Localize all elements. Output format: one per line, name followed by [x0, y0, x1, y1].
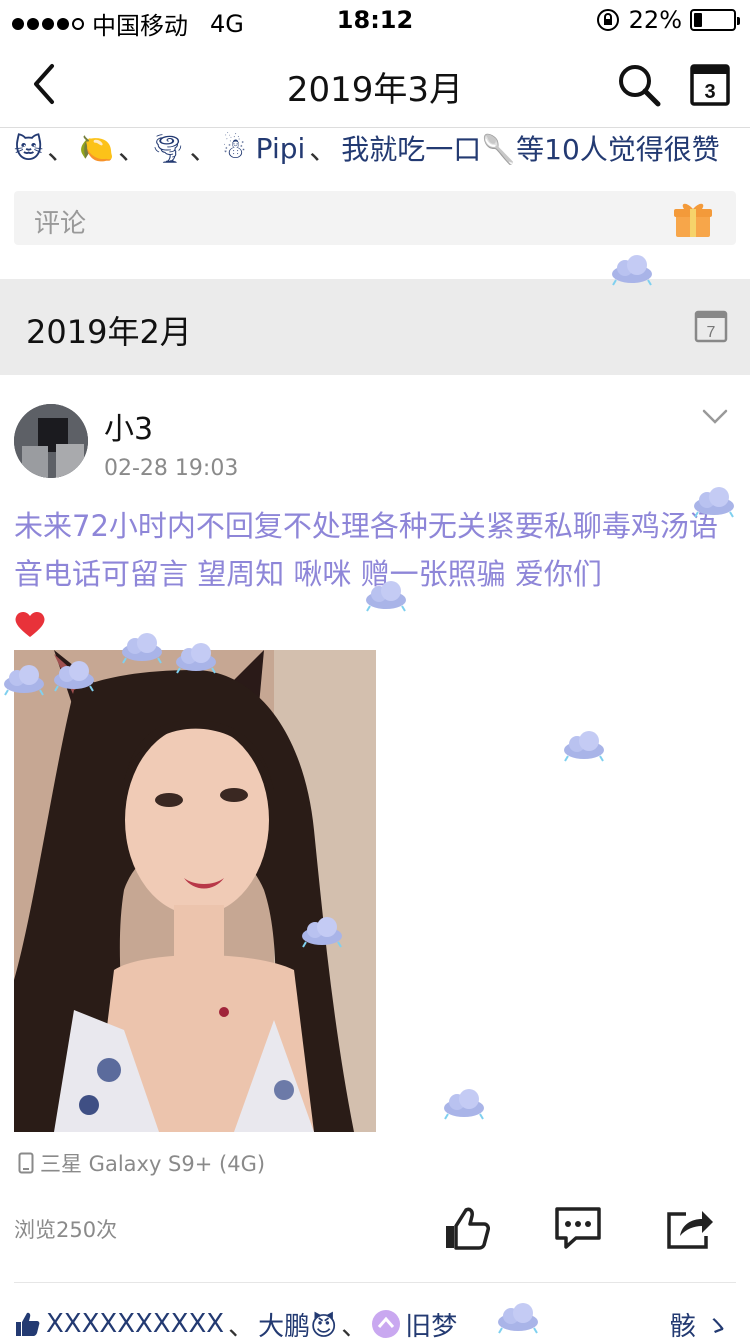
status-right: 22% [595, 6, 740, 34]
cloud-sticker-icon [4, 665, 44, 696]
liker-1[interactable]: XXXXXXXXXX [46, 1309, 224, 1339]
search-icon[interactable] [616, 62, 662, 108]
device-info: 三星 Galaxy S9+ (4G) [18, 1148, 265, 1178]
likes-summary: 等10人觉得很赞 [516, 133, 720, 166]
battery-icon [690, 9, 740, 31]
post-text: 未来72小时内不回复不处理各种无关紧要私聊毒鸡汤语音电话可留言 望周知 啾咪 赠… [14, 502, 738, 646]
section-calendar-day: 7 [707, 324, 716, 341]
avatar-badge-icon [372, 1310, 401, 1338]
cloud-sticker-icon [54, 661, 94, 692]
heart-icon [15, 611, 45, 637]
cloud-sticker-icon [564, 731, 604, 762]
cloud-sticker-icon [612, 255, 652, 286]
cloud-sticker-icon [366, 581, 406, 612]
cloud-sticker-icon [302, 917, 342, 948]
liker-3[interactable]: 旧梦 [405, 1306, 457, 1343]
avatar[interactable] [14, 404, 88, 478]
battery-percent: 22% [628, 6, 682, 34]
liker-4[interactable]: 骸 ゝ [670, 1306, 730, 1343]
liker-3[interactable]: 🌪 [150, 132, 186, 165]
view-count: 浏览250次 [14, 1218, 118, 1242]
calendar-icon[interactable]: 7 [694, 309, 728, 343]
comment-input[interactable]: 评论 [14, 191, 736, 245]
likes-row[interactable]: 🐱、 🍋、 🌪、 ☃ Pipi、 我就吃一口🥄 等10人觉得很赞 [14, 128, 744, 168]
liker-2[interactable]: 大鹏😈 [258, 1306, 337, 1343]
likes-row[interactable]: XXXXXXXXXX、 大鹏😈、 旧梦 骸 ゝ [14, 1304, 744, 1344]
nav-bar: 2019年3月 3 [0, 40, 750, 128]
cloud-sticker-icon [122, 633, 162, 664]
rotation-lock-icon [596, 9, 619, 31]
section-month-label: 2019年2月 [26, 313, 192, 351]
gift-icon[interactable] [672, 199, 714, 239]
cloud-sticker-icon [498, 1303, 538, 1334]
liker-2[interactable]: 🍋 [79, 132, 114, 165]
like-small-icon [16, 1312, 40, 1336]
liker-1[interactable]: 🐱 [14, 132, 43, 165]
post-photo[interactable] [14, 650, 376, 1132]
month-section-header: 2019年2月 7 [0, 279, 750, 375]
share-icon[interactable] [666, 1206, 714, 1250]
cloud-sticker-icon [694, 487, 734, 518]
post-time: 02-28 19:03 [104, 456, 239, 481]
cloud-sticker-icon [176, 643, 216, 674]
cloud-sticker-icon [444, 1089, 484, 1120]
comment-icon[interactable] [554, 1206, 602, 1250]
comment-placeholder: 评论 [34, 209, 87, 239]
like-icon[interactable] [442, 1206, 490, 1250]
status-bar: 中国移动 4G 18:12 22% [0, 0, 750, 40]
divider [14, 1282, 736, 1283]
liker-4[interactable]: ☃ Pipi [222, 132, 306, 165]
device-label: 三星 Galaxy S9+ (4G) [40, 1152, 266, 1176]
calendar-icon[interactable]: 3 [690, 62, 730, 106]
liker-5[interactable]: 我就吃一口🥄 [341, 128, 516, 168]
author-name[interactable]: 小3 [104, 404, 153, 448]
calendar-day-label: 3 [704, 81, 715, 103]
chevron-down-icon[interactable] [702, 404, 728, 430]
phone-icon [18, 1152, 34, 1174]
